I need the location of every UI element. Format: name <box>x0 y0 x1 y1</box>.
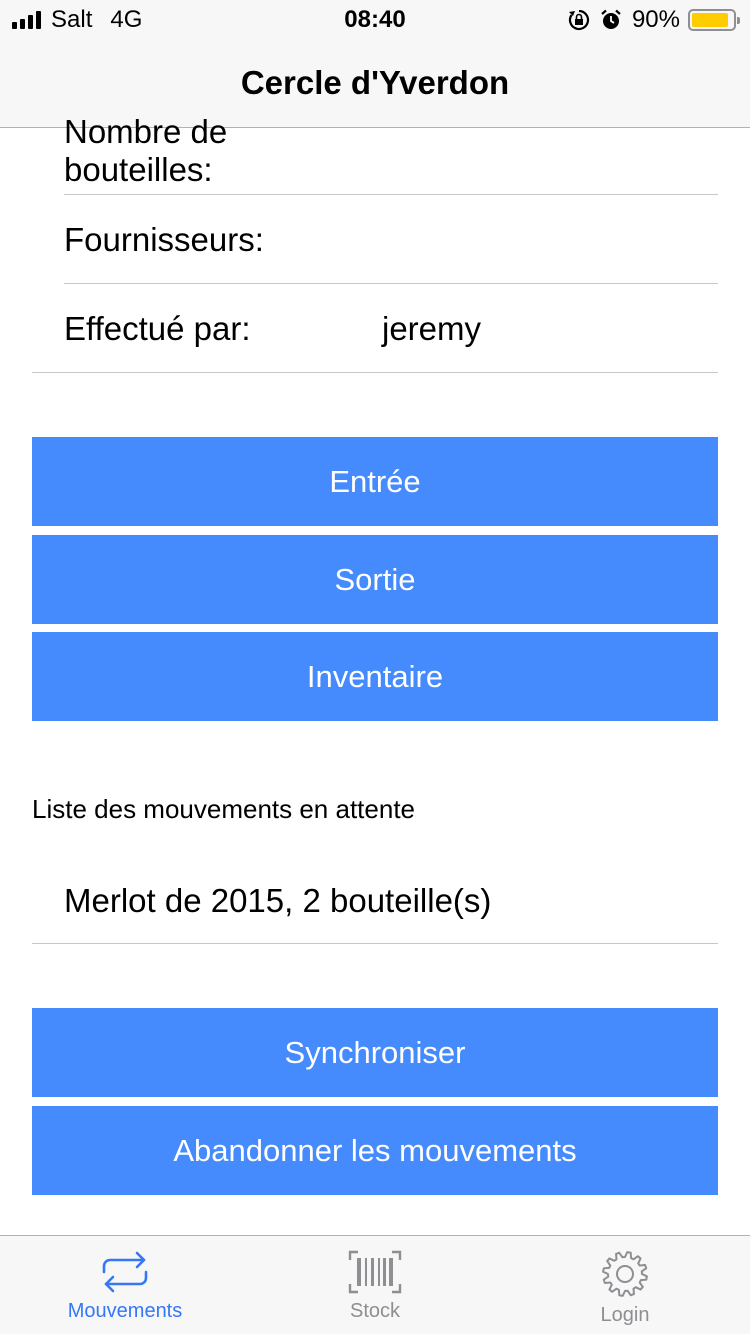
performed-by-label: Effectué par: <box>64 310 251 347</box>
status-right: 90% <box>568 6 740 34</box>
tab-bar: Mouvements Stock Login <box>0 1235 750 1334</box>
tab-label: Stock <box>349 1300 401 1322</box>
separator <box>32 943 718 944</box>
separator <box>64 194 718 195</box>
suppliers-row[interactable]: Fournisseurs: <box>64 196 718 284</box>
performed-by-row[interactable]: Effectué par: jeremy <box>64 285 718 373</box>
suppliers-label: Fournisseurs: <box>64 221 264 258</box>
entry-button[interactable]: Entrée <box>32 437 718 526</box>
bottles-row[interactable]: Nombre de bouteilles: <box>64 107 718 195</box>
tab-mouvements[interactable]: Mouvements <box>0 1236 250 1334</box>
gear-outline <box>602 1251 648 1297</box>
synchronize-button[interactable]: Synchroniser <box>32 1008 718 1097</box>
barcode-icon <box>348 1250 402 1294</box>
orientation-lock-icon <box>568 9 590 31</box>
list-item[interactable]: Merlot de 2015, 2 bouteille(s) <box>64 860 718 942</box>
tab-label: Login <box>600 1304 650 1326</box>
inventory-button[interactable]: Inventaire <box>32 632 718 721</box>
gear-icon <box>602 1251 648 1297</box>
tab-login[interactable]: Login <box>500 1236 750 1334</box>
page-title: Cercle d'Yverdon <box>240 64 510 101</box>
repeat-arrows-icon <box>102 1251 148 1293</box>
exit-button[interactable]: Sortie <box>32 535 718 624</box>
battery-icon <box>688 9 740 31</box>
bottles-label: Nombre de bouteilles: <box>64 113 228 188</box>
separator <box>64 283 718 284</box>
battery-fill <box>692 13 728 27</box>
battery-percent: 90% <box>631 6 680 33</box>
status-bar: Salt 4G 08:40 90% <box>0 0 750 40</box>
tab-stock[interactable]: Stock <box>250 1236 500 1334</box>
abandon-movements-button[interactable]: Abandonner les mouvements <box>32 1106 718 1195</box>
tab-label: Mouvements <box>67 1300 183 1322</box>
performed-by-value: jeremy <box>382 310 482 347</box>
pending-section-label: Liste des mouvements en attente <box>32 794 416 824</box>
separator <box>32 372 718 373</box>
alarm-icon <box>601 9 621 29</box>
